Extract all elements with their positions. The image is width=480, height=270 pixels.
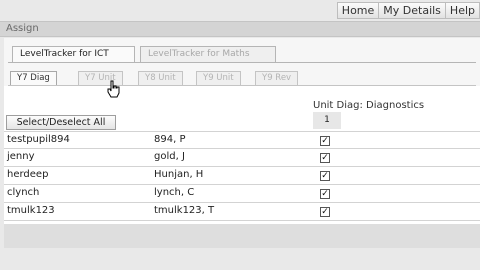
tab-y9-unit[interactable]: Y9 Unit: [196, 71, 241, 85]
tab-leveltracker-ict[interactable]: LevelTracker for ICT: [12, 46, 135, 62]
name-cell: gold, J: [154, 151, 185, 162]
username-cell: tmulk123: [7, 205, 55, 216]
table-row: clynch lynch, C ✓: [4, 185, 480, 203]
table-row: herdeep Hunjan, H ✓: [4, 167, 480, 185]
grid-footer: [4, 224, 480, 248]
username-cell: clynch: [7, 187, 40, 198]
unit-title: Unit Diag: Diagnostics: [313, 100, 425, 111]
help-link[interactable]: Help: [444, 2, 480, 19]
tracker-tabs-divider: [8, 62, 476, 63]
username-cell: jenny: [7, 151, 35, 162]
column-number: 1: [313, 112, 341, 129]
tab-y8-unit[interactable]: Y8 Unit: [138, 71, 183, 85]
table-row: jenny gold, J ✓: [4, 149, 480, 167]
assign-checkbox[interactable]: ✓: [320, 189, 330, 199]
name-cell: Hunjan, H: [154, 169, 204, 180]
assign-checkbox[interactable]: ✓: [320, 136, 330, 146]
table-row: testpupil894 894, P ✓: [4, 131, 480, 149]
student-rows: testpupil894 894, P ✓ jenny gold, J ✓ he…: [4, 131, 480, 221]
my-details-link[interactable]: My Details: [378, 2, 445, 19]
select-all-button[interactable]: Select/Deselect All: [6, 115, 116, 130]
hand-cursor-icon: [107, 80, 120, 98]
top-navigation: Home My Details Help: [336, 2, 480, 19]
home-link[interactable]: Home: [336, 2, 379, 19]
username-cell: herdeep: [7, 169, 49, 180]
tab-y7-diag[interactable]: Y7 Diag: [10, 71, 57, 85]
assign-checkbox[interactable]: ✓: [320, 153, 330, 163]
username-cell: testpupil894: [7, 134, 70, 145]
name-cell: tmulk123, T: [154, 205, 215, 216]
name-cell: lynch, C: [154, 187, 195, 198]
assign-panel: LevelTracker for ICT LevelTracker for Ma…: [4, 38, 480, 248]
tab-y9-rev[interactable]: Y9 Rev: [255, 71, 299, 85]
table-row: tmulk123 tmulk123, T ✓: [4, 203, 480, 221]
assign-checkbox[interactable]: ✓: [320, 171, 330, 181]
tab-leveltracker-maths[interactable]: LevelTracker for Maths: [140, 46, 276, 62]
name-cell: 894, P: [154, 134, 186, 145]
assign-header: Assign: [0, 21, 480, 37]
assign-checkbox[interactable]: ✓: [320, 207, 330, 217]
